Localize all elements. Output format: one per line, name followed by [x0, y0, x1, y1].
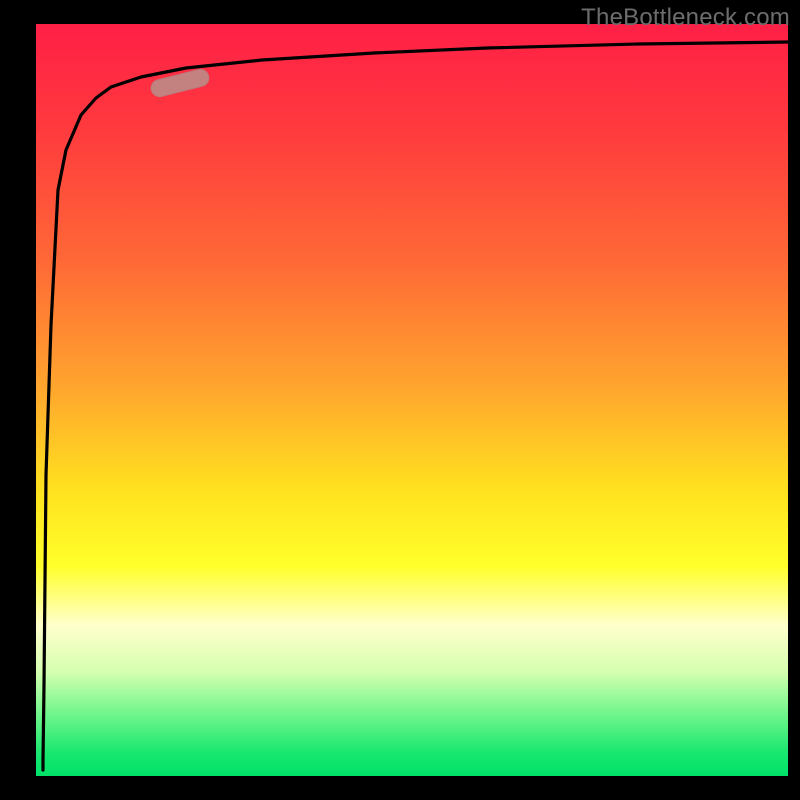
- watermark-label: TheBottleneck.com: [581, 4, 790, 32]
- plot-area: [36, 24, 788, 776]
- chart-frame: TheBottleneck.com: [0, 0, 800, 800]
